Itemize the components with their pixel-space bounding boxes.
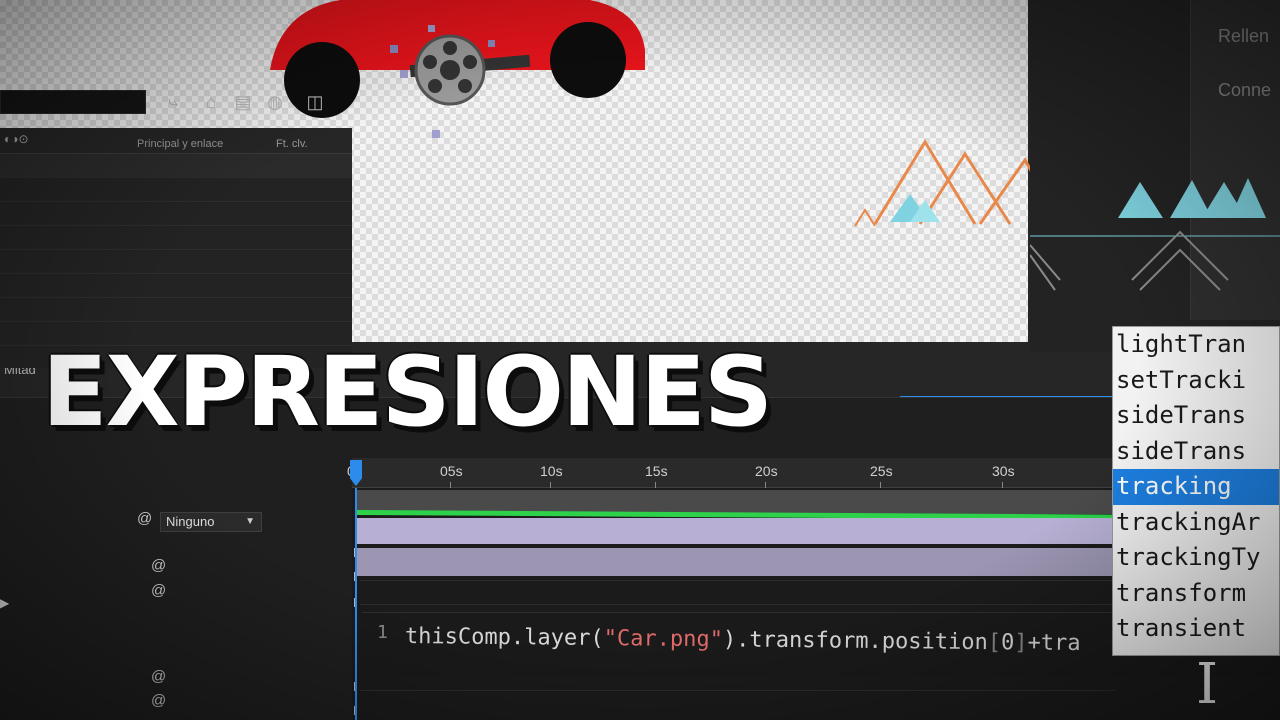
parent-select-value: Ninguno	[166, 514, 215, 529]
panel-label-connect[interactable]: Conne	[1218, 80, 1271, 101]
ruler-tick-label: 15s	[645, 463, 668, 479]
mountains-dark-illustration	[1030, 178, 1280, 291]
parent-select[interactable]: Ninguno ▼	[160, 512, 262, 532]
code-suffix: +tra	[1027, 630, 1081, 657]
layer-row[interactable]	[0, 226, 352, 250]
layer-bar[interactable]	[356, 548, 1116, 576]
av-features-icon: ◐◑⊙	[4, 132, 29, 146]
ruler-tick-label: 20s	[755, 463, 778, 479]
expand-arrow-icon[interactable]: ▶	[0, 596, 9, 610]
autocomplete-item[interactable]: setTracki	[1113, 363, 1279, 399]
pick-whip-icon[interactable]: @	[151, 557, 166, 574]
code-index: 0	[1000, 630, 1015, 656]
parent-link-column-label: Principal y enlace	[137, 138, 224, 150]
graph-editor-icon[interactable]: ⤷	[162, 92, 184, 112]
layer-row[interactable]	[0, 298, 352, 322]
code-middle: ).transform.position	[722, 627, 988, 656]
autocomplete-item[interactable]: trackingAr	[1113, 505, 1279, 541]
graph-toggle-icon[interactable]: ◫	[304, 92, 326, 112]
layer-search-input[interactable]	[0, 90, 146, 114]
track-divider	[360, 690, 1116, 691]
pick-whip-icon[interactable]: @	[151, 582, 166, 599]
autocomplete-item[interactable]: transient	[1113, 611, 1279, 647]
layer-row[interactable]	[0, 250, 352, 274]
code-bracket-open: [	[987, 630, 1002, 656]
autocomplete-item-selected[interactable]: tracking	[1113, 469, 1279, 505]
pick-whip-icon[interactable]: @	[151, 692, 166, 709]
autocomplete-item[interactable]: sideTrans	[1113, 434, 1279, 470]
ruler-tick-label: 25s	[870, 463, 893, 479]
layer-row[interactable]	[0, 178, 352, 202]
pick-whip-icon[interactable]: @	[137, 510, 152, 527]
track-divider	[360, 604, 1116, 605]
autocomplete-item[interactable]: transform	[1113, 576, 1279, 612]
code-bracket-close: ]	[1014, 630, 1028, 656]
ruler-tick-label: 05s	[440, 463, 463, 479]
car-illustration	[270, 0, 645, 138]
layer-bar[interactable]	[356, 518, 1116, 544]
ruler-tick-label: 30s	[992, 463, 1015, 479]
playhead-line[interactable]	[355, 488, 357, 720]
shy-layers-icon[interactable]: ⌂	[200, 92, 222, 112]
layer-row[interactable]	[0, 274, 352, 298]
autocomplete-list[interactable]: lightTran setTracki sideTrans sideTrans …	[1112, 326, 1280, 656]
autocomplete-item[interactable]: lightTran	[1113, 327, 1279, 363]
layer-row[interactable]	[0, 202, 352, 226]
pick-whip-icon[interactable]: @	[151, 668, 166, 685]
keyframe-column-label: Ft. clv.	[276, 138, 308, 150]
motion-blur-icon[interactable]: ◍	[264, 92, 286, 112]
chevron-down-icon: ▼	[245, 516, 255, 527]
track-divider	[360, 580, 1116, 581]
ruler-tick-label: 10s	[540, 463, 563, 479]
panel-label-fill[interactable]: Rellen	[1218, 26, 1269, 47]
title-overlay: EXPRESIONES	[42, 336, 773, 448]
autocomplete-item[interactable]: trackingTy	[1113, 540, 1279, 576]
frame-blending-icon[interactable]: ▤	[232, 92, 254, 112]
line-number: 1	[377, 622, 388, 643]
text-cursor-icon: I	[1196, 652, 1219, 717]
code-prefix: thisComp.layer(	[404, 624, 604, 652]
code-string: "Car.png"	[603, 626, 724, 653]
layer-row[interactable]	[0, 154, 352, 178]
autocomplete-item[interactable]: sideTrans	[1113, 398, 1279, 434]
